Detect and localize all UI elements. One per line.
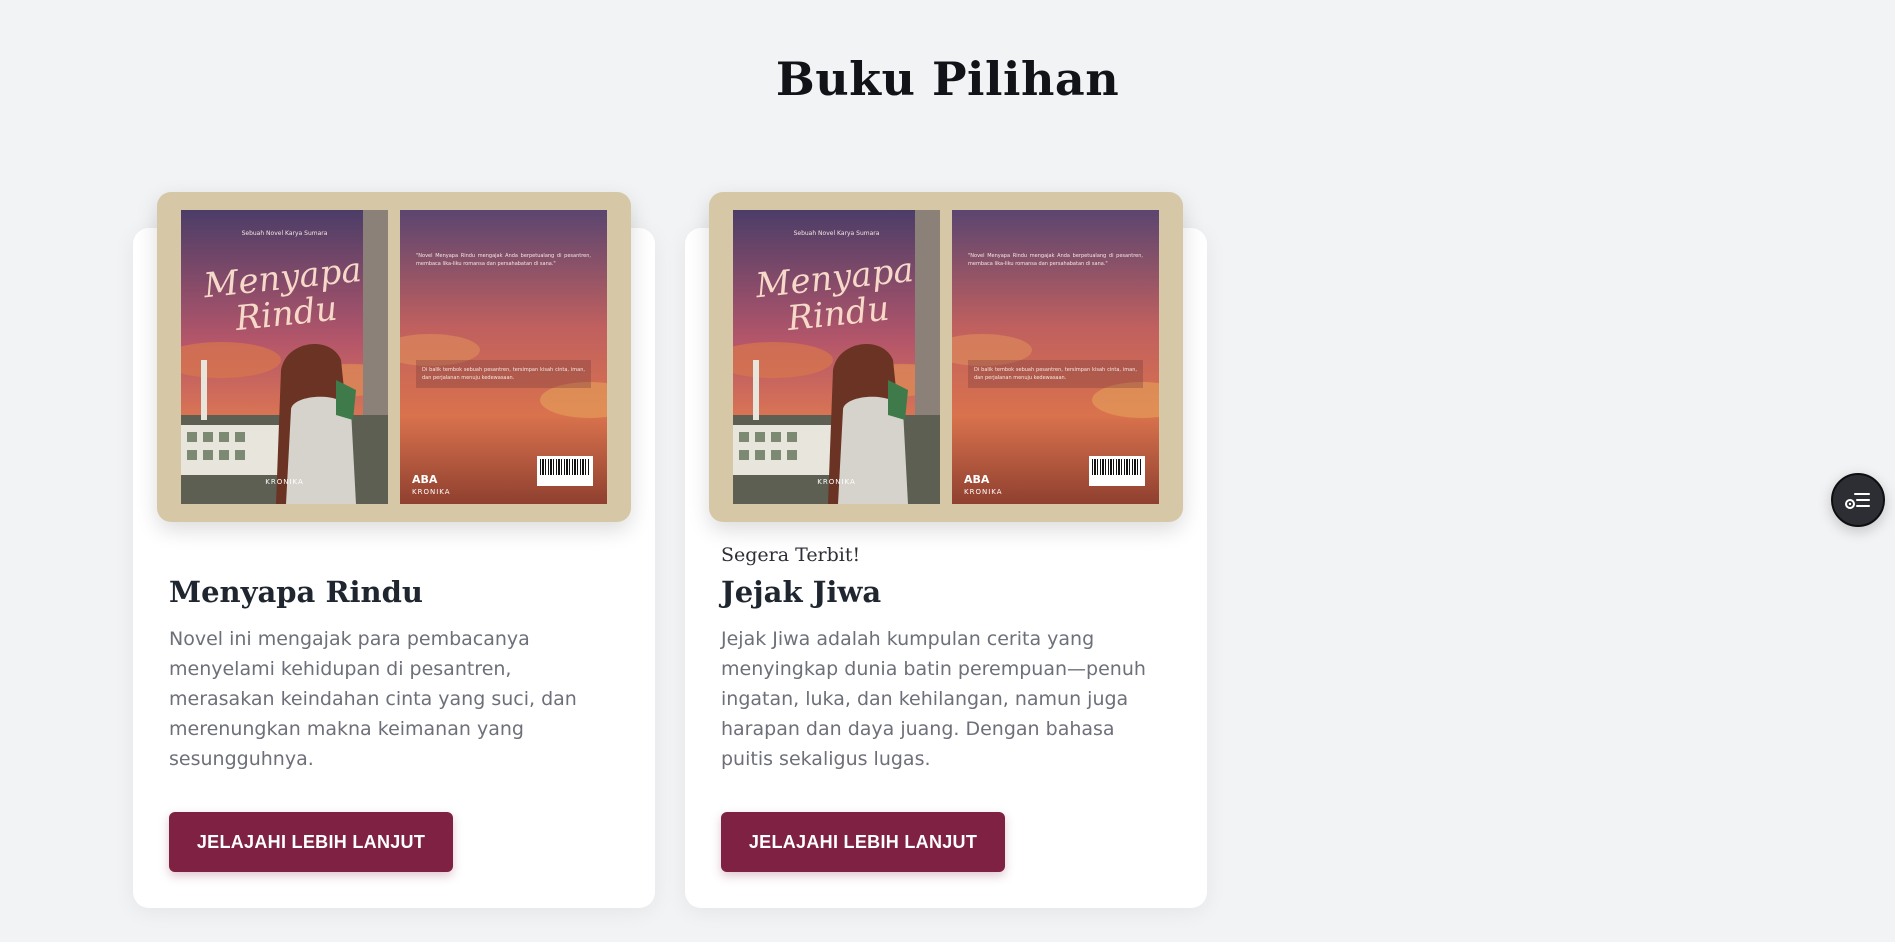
barcode-icon (537, 456, 593, 486)
barcode-icon (1089, 456, 1145, 486)
book-description: Novel ini mengajak para pembacanya menye… (169, 628, 577, 770)
book-card: Sebuah Novel Karya Sumara Menyapa Rindu … (133, 192, 655, 908)
front-cover: Sebuah Novel Karya Sumara Menyapa Rindu … (181, 210, 388, 504)
book-description: Jejak Jiwa adalah kumpulan cerita yang m… (721, 628, 1146, 770)
book-card: Sebuah Novel Karya Sumara Menyapa Rindu … (685, 192, 1207, 908)
book-eyebrow (169, 544, 619, 568)
explore-button[interactable]: JELAJAHI LEBIH LANJUT (169, 812, 453, 872)
card-body: Menyapa Rindu Novel ini mengajak para pe… (169, 544, 619, 774)
front-cover: Sebuah Novel Karya Sumara Menyapa Rindu … (733, 210, 940, 504)
back-cover: "Novel Menyapa Rindu mengajak Anda berpe… (400, 210, 607, 504)
back-cover: "Novel Menyapa Rindu mengajak Anda berpe… (952, 210, 1159, 504)
list-settings-icon (1845, 493, 1870, 509)
book-eyebrow: Segera Terbit! (721, 544, 861, 566)
section-title: Buku Pilihan (775, 52, 1120, 106)
page: Buku Pilihan Sebuah Novel Karya Sumara M… (0, 0, 1895, 942)
book-title: Jejak Jiwa (721, 575, 882, 609)
explore-button[interactable]: JELAJAHI LEBIH LANJUT (721, 812, 1005, 872)
publisher-logo: ABA (412, 473, 438, 486)
card-body: Segera Terbit! Jejak Jiwa Jejak Jiwa ada… (721, 544, 1171, 774)
publisher-logo: ABA (964, 473, 990, 486)
floating-menu-button[interactable] (1831, 473, 1885, 527)
book-cover-image[interactable]: Sebuah Novel Karya Sumara Menyapa Rindu … (709, 192, 1183, 522)
book-cover-image[interactable]: Sebuah Novel Karya Sumara Menyapa Rindu … (157, 192, 631, 522)
book-title: Menyapa Rindu (169, 575, 424, 609)
